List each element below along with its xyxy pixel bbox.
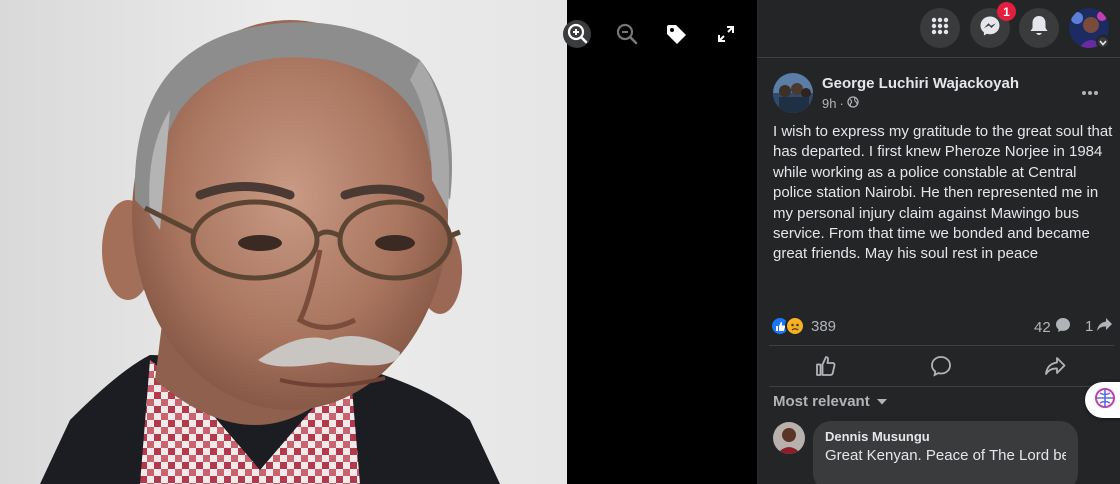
commenter-name[interactable]: Dennis Musungu <box>825 429 1066 444</box>
menu-button[interactable] <box>920 8 960 48</box>
reactions-summary[interactable]: 389 <box>770 316 836 336</box>
comment-bubble-icon <box>1055 317 1071 337</box>
comment-count-link[interactable]: 42 <box>1034 317 1071 337</box>
fullscreen-button[interactable] <box>710 18 742 50</box>
grid-menu-icon <box>930 16 950 41</box>
notification-badge: 1 <box>997 2 1016 21</box>
caret-down-icon <box>876 393 888 410</box>
meta-separator: · <box>839 96 844 111</box>
more-options-icon <box>1081 83 1099 101</box>
account-menu-caret[interactable] <box>1096 35 1110 49</box>
post-options-button[interactable] <box>1076 80 1104 104</box>
share-arrow-icon <box>1096 317 1113 336</box>
reaction-count: 389 <box>811 317 837 335</box>
floating-extension-button[interactable] <box>1085 382 1120 418</box>
notifications-button[interactable] <box>1019 8 1059 48</box>
messenger-icon <box>979 15 1001 42</box>
zoom-out-icon <box>615 22 639 46</box>
zoom-in-icon <box>563 20 591 48</box>
zoom-in-button[interactable] <box>561 18 593 50</box>
commenter-avatar[interactable] <box>773 422 805 454</box>
chevron-down-icon <box>1099 33 1107 51</box>
brain-icon <box>1094 387 1116 414</box>
comment-icon <box>930 355 952 382</box>
share-button[interactable] <box>1041 354 1069 382</box>
bell-icon <box>1029 15 1049 42</box>
tag-photo-button[interactable] <box>660 18 692 50</box>
author-name[interactable]: George Luchiri Wajackoyah <box>822 75 1019 92</box>
globe-icon <box>847 96 859 111</box>
photo-viewer <box>0 0 757 484</box>
sort-label: Most relevant <box>773 393 870 410</box>
sad-reaction-icon <box>785 316 805 336</box>
share-count: 1 <box>1085 318 1094 335</box>
photo-viewer-page: 1 George Luchiri Wajackoyah 9h · I wish … <box>0 0 1120 484</box>
comment-button[interactable] <box>927 354 955 382</box>
author-avatar[interactable] <box>773 73 813 113</box>
like-button[interactable] <box>812 354 840 382</box>
comment-count: 42 <box>1034 318 1051 336</box>
post-time[interactable]: 9h <box>822 96 836 111</box>
actions-top-divider <box>769 345 1114 346</box>
fullscreen-icon <box>716 24 736 44</box>
comment-sort-dropdown[interactable]: Most relevant <box>773 393 888 410</box>
like-icon <box>815 355 837 382</box>
header-divider <box>757 57 1120 58</box>
comment-bubble: Dennis Musungu Great Kenyan. Peace of Th… <box>813 421 1078 484</box>
tag-icon <box>664 22 688 46</box>
zoom-out-button[interactable] <box>611 18 643 50</box>
comment-text: Great Kenyan. Peace of The Lord be <box>825 447 1066 464</box>
share-count-link[interactable]: 1 <box>1085 317 1113 336</box>
post-text: I wish to express my gratitude to the gr… <box>773 123 1113 263</box>
post-photo[interactable] <box>0 0 567 484</box>
actions-bottom-divider <box>769 386 1114 387</box>
share-icon <box>1044 356 1066 381</box>
post-meta: 9h · <box>822 96 859 111</box>
